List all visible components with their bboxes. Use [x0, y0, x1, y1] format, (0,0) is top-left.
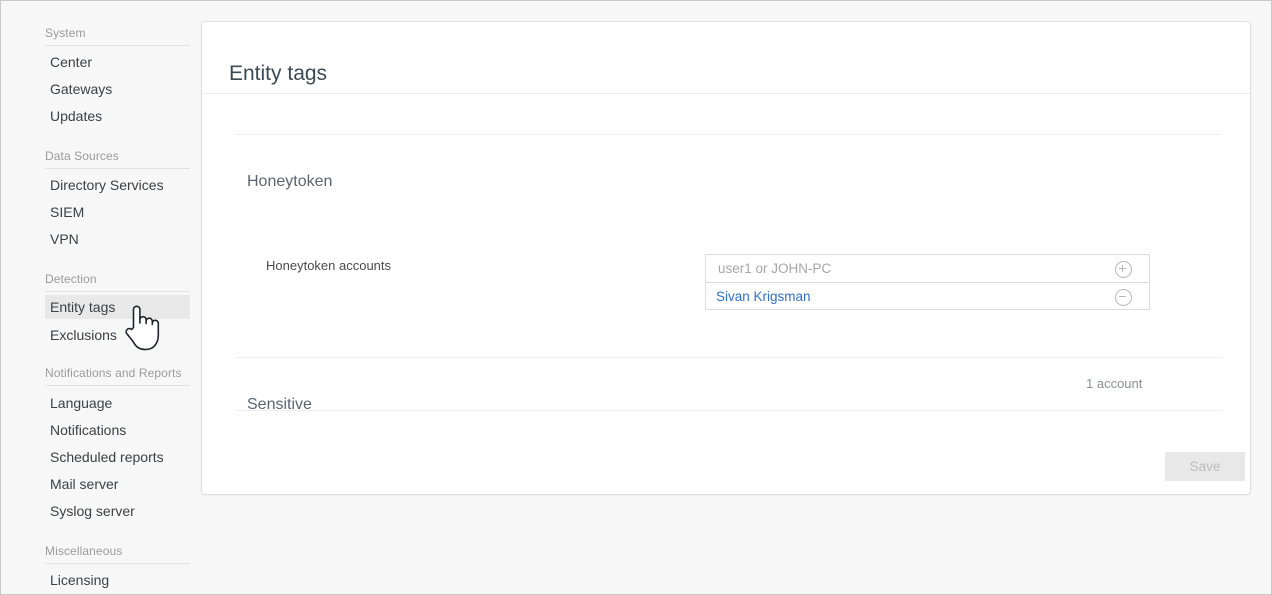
settings-sidebar: System Center Gateways Updates Data Sour…: [1, 1, 201, 594]
sensitive-account-count: 1 account: [1086, 376, 1143, 391]
sidebar-item-label: Mail server: [50, 476, 119, 492]
sidebar-item-licensing[interactable]: Licensing: [45, 568, 190, 592]
sidebar-item-syslog-server[interactable]: Syslog server: [45, 499, 190, 523]
honeytoken-account-name[interactable]: Sivan Krigsman: [716, 289, 811, 304]
nav-group-header-system: System: [45, 26, 190, 46]
nav-group-header-miscellaneous: Miscellaneous: [45, 544, 190, 564]
honeytoken-section-title: Honeytoken: [247, 173, 333, 190]
circle-plus-icon[interactable]: [1115, 261, 1132, 278]
sidebar-item-label: Licensing: [50, 572, 110, 588]
sidebar-item-entity-tags[interactable]: Entity tags: [45, 295, 190, 319]
sidebar-item-updates[interactable]: Updates: [45, 104, 190, 128]
sidebar-item-label: Exclusions: [50, 327, 117, 343]
entity-tags-card: Entity tags Honeytoken Honeytoken accoun…: [201, 21, 1251, 495]
honeytoken-account-input-row: [706, 255, 1149, 282]
section-divider-middle: [236, 357, 1221, 358]
sidebar-item-gateways[interactable]: Gateways: [45, 77, 190, 101]
page-title: Entity tags: [229, 62, 328, 86]
nav-group-header-detection: Detection: [45, 272, 190, 292]
sidebar-item-label: Notifications: [50, 422, 127, 438]
sidebar-item-language[interactable]: Language: [45, 391, 190, 415]
honeytoken-account-input[interactable]: [716, 255, 1120, 282]
sidebar-item-scheduled-reports[interactable]: Scheduled reports: [45, 445, 190, 469]
sidebar-item-label: Center: [50, 54, 93, 70]
minus-horizontal: [1119, 295, 1126, 297]
sidebar-item-label: VPN: [50, 231, 79, 247]
nav-group-header-notifications-and-reports: Notifications and Reports: [45, 366, 190, 386]
honeytoken-accounts-label: Honeytoken accounts: [266, 258, 392, 273]
header-divider: [202, 93, 1250, 94]
sidebar-item-label: Syslog server: [50, 503, 135, 519]
app-window: System Center Gateways Updates Data Sour…: [0, 0, 1272, 595]
sidebar-item-label: SIEM: [50, 204, 85, 220]
sidebar-item-label: Gateways: [50, 81, 113, 97]
plus-vertical: [1122, 265, 1123, 272]
sidebar-item-siem[interactable]: SIEM: [45, 200, 190, 224]
sidebar-item-vpn[interactable]: VPN: [45, 227, 190, 251]
sidebar-item-label: Entity tags: [50, 299, 116, 315]
save-button[interactable]: Save: [1165, 452, 1245, 481]
sidebar-item-center[interactable]: Center: [45, 50, 190, 74]
sidebar-item-exclusions[interactable]: Exclusions: [45, 323, 190, 347]
sidebar-item-mail-server[interactable]: Mail server: [45, 472, 190, 496]
sidebar-item-notifications[interactable]: Notifications: [45, 418, 190, 442]
honeytoken-accounts-box: Sivan Krigsman: [705, 254, 1150, 310]
sidebar-item-label: Scheduled reports: [50, 449, 164, 465]
section-divider-bottom: [236, 410, 1221, 411]
sensitive-section-title: Sensitive: [247, 396, 312, 413]
honeytoken-account-row: Sivan Krigsman: [706, 282, 1149, 309]
sidebar-item-label: Updates: [50, 108, 103, 124]
section-divider-top: [236, 134, 1221, 135]
circle-minus-icon[interactable]: [1115, 288, 1132, 306]
sidebar-item-label: Directory Services: [50, 177, 164, 193]
sidebar-item-label: Language: [50, 395, 113, 411]
sidebar-item-directory-services[interactable]: Directory Services: [45, 173, 190, 197]
nav-group-header-data-sources: Data Sources: [45, 149, 190, 169]
